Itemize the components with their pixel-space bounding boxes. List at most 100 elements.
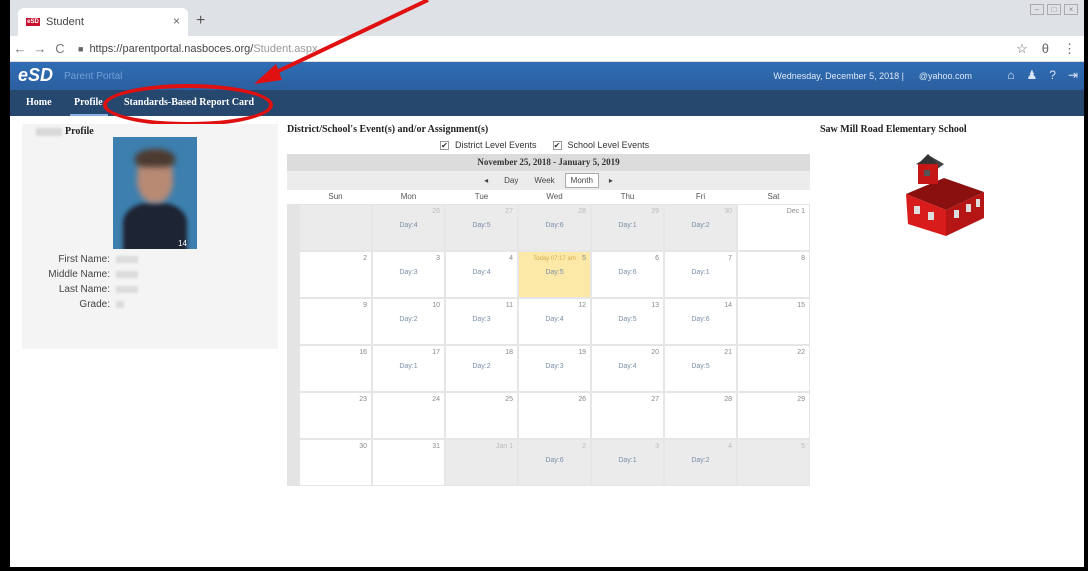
calendar-day[interactable]: 14 Day:6 [664, 298, 737, 345]
calendar-day[interactable]: Jan 1 [445, 439, 518, 486]
calendar-event[interactable]: Day:5 [519, 269, 590, 276]
calendar-day[interactable]: 18 Day:2 [445, 345, 518, 392]
calendar-event[interactable]: Day:6 [592, 269, 663, 276]
logout-icon[interactable]: ⇥ [1068, 68, 1078, 82]
calendar-event[interactable]: Day:2 [446, 363, 517, 370]
next-arrow-icon[interactable]: ▸ [603, 173, 619, 188]
day-number: 15 [797, 302, 805, 309]
calendar-day[interactable]: 23 [299, 392, 372, 439]
calendar-day[interactable]: 29 Day:1 [591, 204, 664, 251]
help-icon[interactable]: ? [1049, 68, 1056, 82]
calendar-day[interactable]: 10 Day:2 [372, 298, 445, 345]
calendar-day[interactable]: 15 [737, 298, 810, 345]
district-events-filter[interactable]: ✔ District Level Events [440, 140, 537, 150]
calendar-day[interactable]: 16 [299, 345, 372, 392]
first-name-label: First Name: [58, 254, 110, 265]
photo-number: 14 [178, 239, 187, 248]
calendar-event[interactable]: Day:5 [592, 316, 663, 323]
reload-button[interactable]: C [50, 41, 70, 56]
day-number: 23 [359, 396, 367, 403]
calendar-day[interactable]: 24 [372, 392, 445, 439]
calendar-day[interactable] [299, 204, 372, 251]
calendar-day[interactable]: 7 Day:1 [664, 251, 737, 298]
home-icon[interactable]: ⌂ [1007, 68, 1014, 82]
calendar-day[interactable]: 19 Day:3 [518, 345, 591, 392]
calendar-day[interactable]: 21 Day:5 [664, 345, 737, 392]
maximize-icon[interactable]: □ [1047, 4, 1061, 15]
calendar-day[interactable]: 2 Day:6 [518, 439, 591, 486]
calendar-event[interactable]: Day:1 [665, 269, 736, 276]
calendar-day[interactable]: 4 Day:2 [664, 439, 737, 486]
close-window-icon[interactable]: × [1064, 4, 1078, 15]
calendar-event[interactable]: Day:4 [373, 222, 444, 229]
address-bar: ← → C ■ https://parentportal.nasboces.or… [10, 36, 1084, 62]
calendar-day[interactable]: 5 [737, 439, 810, 486]
calendar-day[interactable]: 3 Day:3 [372, 251, 445, 298]
week-view-button[interactable]: Week [528, 173, 560, 188]
calendar-day[interactable]: 9 [299, 298, 372, 345]
calendar-event[interactable]: Day:2 [373, 316, 444, 323]
account-icon[interactable]: θ [1042, 41, 1049, 57]
tab-close-icon[interactable]: × [173, 14, 180, 28]
calendar-day[interactable]: 26 Day:4 [372, 204, 445, 251]
prev-arrow-icon[interactable]: ◂ [478, 173, 494, 188]
calendar-day[interactable]: 13 Day:5 [591, 298, 664, 345]
calendar-event[interactable]: Day:4 [446, 269, 517, 276]
calendar-day[interactable]: 30 Day:2 [664, 204, 737, 251]
calendar-day[interactable]: 28 [664, 392, 737, 439]
calendar-day[interactable]: 3 Day:1 [591, 439, 664, 486]
calendar-event[interactable]: Day:6 [519, 222, 590, 229]
calendar-event[interactable]: Day:3 [519, 363, 590, 370]
calendar-day[interactable]: 25 [445, 392, 518, 439]
calendar-day[interactable]: 8 [737, 251, 810, 298]
bookmark-star-icon[interactable]: ☆ [1016, 41, 1028, 57]
new-tab-button[interactable]: + [196, 12, 205, 30]
calendar-day[interactable]: 30 [299, 439, 372, 486]
calendar-event[interactable]: Day:6 [665, 316, 736, 323]
calendar-day[interactable]: 29 [737, 392, 810, 439]
school-events-filter[interactable]: ✔ School Level Events [552, 140, 649, 150]
calendar-day[interactable]: 20 Day:4 [591, 345, 664, 392]
minimize-icon[interactable]: – [1030, 4, 1044, 15]
calendar-event[interactable]: Day:5 [665, 363, 736, 370]
day-view-button[interactable]: Day [498, 173, 524, 188]
calendar-event[interactable]: Day:1 [373, 363, 444, 370]
day-number: 18 [505, 349, 513, 356]
calendar-day[interactable]: 26 [518, 392, 591, 439]
calendar-event[interactable]: Day:2 [665, 222, 736, 229]
esd-logo[interactable]: eSD [18, 65, 53, 86]
nav-profile[interactable]: Profile [74, 97, 103, 108]
calendar-event[interactable]: Day:1 [592, 222, 663, 229]
calendar-day[interactable]: 31 [372, 439, 445, 486]
calendar-day[interactable]: 17 Day:1 [372, 345, 445, 392]
calendar-event[interactable]: Day:4 [592, 363, 663, 370]
browser-menu-icon[interactable]: ⋮ [1063, 41, 1076, 57]
calendar-event[interactable]: Day:2 [665, 457, 736, 464]
calendar-event[interactable]: Day:1 [592, 457, 663, 464]
calendar-day[interactable]: 27 [591, 392, 664, 439]
district-events-checkbox[interactable]: ✔ [440, 140, 449, 150]
month-view-button[interactable]: Month [564, 173, 599, 188]
school-events-checkbox[interactable]: ✔ [552, 140, 562, 150]
nav-home[interactable]: Home [26, 97, 52, 108]
calendar-event[interactable]: Day:4 [519, 316, 590, 323]
calendar-day[interactable]: 6 Day:6 [591, 251, 664, 298]
calendar-day[interactable]: 12 Day:4 [518, 298, 591, 345]
calendar-day[interactable]: 28 Day:6 [518, 204, 591, 251]
calendar-day-today[interactable]: 5 Today 07:17 am Day:5 [518, 251, 591, 298]
calendar-day[interactable]: 22 [737, 345, 810, 392]
calendar-event[interactable]: Day:3 [373, 269, 444, 276]
calendar-day[interactable]: Dec 1 [737, 204, 810, 251]
forward-button[interactable]: → [30, 41, 50, 56]
calendar-event[interactable]: Day:5 [446, 222, 517, 229]
calendar-day[interactable]: 2 [299, 251, 372, 298]
calendar-day[interactable]: 4 Day:4 [445, 251, 518, 298]
day-number: 8 [801, 255, 805, 262]
back-button[interactable]: ← [10, 41, 30, 56]
user-icon[interactable]: ♟ [1026, 68, 1037, 82]
calendar-day[interactable]: 27 Day:5 [445, 204, 518, 251]
calendar-event[interactable]: Day:6 [519, 457, 590, 464]
calendar-day[interactable]: 11 Day:3 [445, 298, 518, 345]
calendar-event[interactable]: Day:3 [446, 316, 517, 323]
browser-tab[interactable]: eSD Student × [18, 8, 188, 36]
